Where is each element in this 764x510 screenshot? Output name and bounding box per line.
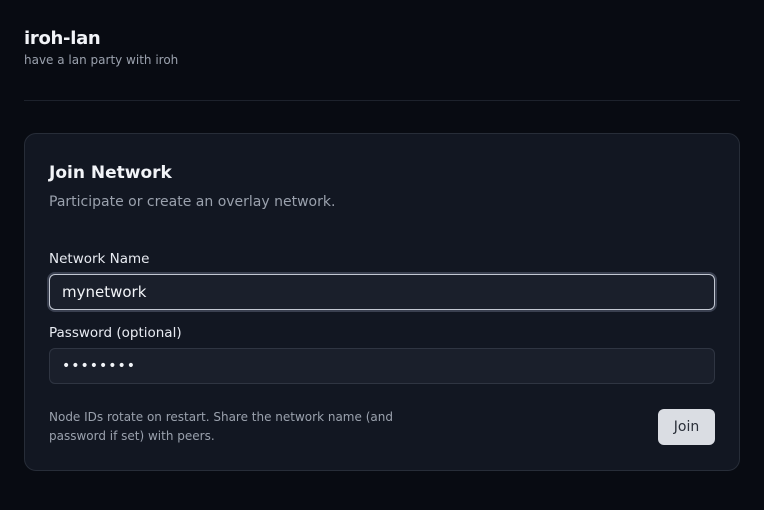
app-subtitle: have a lan party with iroh: [24, 53, 179, 67]
card-description: Participate or create an overlay network…: [49, 194, 336, 210]
restart-note: Node IDs rotate on restart. Share the ne…: [49, 410, 393, 443]
network-name-input[interactable]: [49, 274, 715, 310]
password-input[interactable]: [49, 348, 715, 384]
join-network-card: Join Network Participate or create an ov…: [24, 133, 740, 471]
app-window: iroh-lan have a lan party with iroh Join…: [0, 0, 764, 510]
network-name-label: Network Name: [49, 251, 150, 267]
password-label: Password (optional): [49, 325, 182, 341]
card-title: Join Network: [49, 163, 172, 183]
app-title: iroh-lan: [24, 28, 101, 49]
header-divider: [24, 100, 740, 101]
app-header: iroh-lan have a lan party with iroh: [24, 28, 178, 68]
join-button[interactable]: Join: [658, 409, 715, 445]
